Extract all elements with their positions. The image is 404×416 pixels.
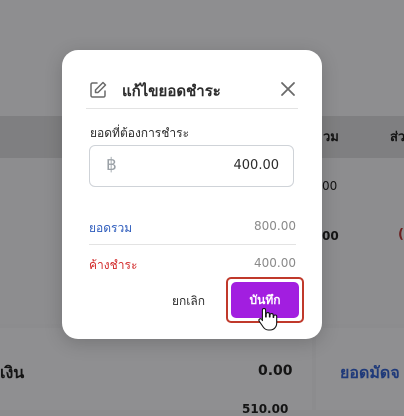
divider	[89, 244, 296, 245]
dialog-title: แก้ไขยอดชำระ	[122, 82, 221, 100]
total-label: ยอดรวม	[89, 221, 133, 235]
bg-cell: 00	[322, 229, 339, 243]
bg-summary-label: เงิน	[0, 363, 25, 382]
outstanding-label: ค้างชำระ	[89, 258, 138, 272]
cancel-button[interactable]: ยกเลิก	[172, 292, 205, 311]
amount-input-value: 400.00	[233, 158, 280, 173]
edit-icon	[90, 81, 107, 98]
bg-deposit-title: ยอดมัดจ	[340, 363, 400, 382]
amount-input[interactable]: ฿ 400.00	[89, 145, 294, 187]
amount-field-label: ยอดที่ต้องการชำระ	[90, 126, 190, 140]
close-icon[interactable]	[278, 79, 298, 99]
edit-payment-dialog: แก้ไขยอดชำระ ยอดที่ต้องการชำระ ฿ 400.00 …	[62, 50, 322, 339]
bg-column-header: ส่ว	[390, 130, 404, 145]
total-value: 800.00	[254, 219, 296, 233]
outstanding-value: 400.00	[254, 256, 296, 270]
dialog-header: แก้ไขยอดชำระ	[86, 76, 298, 109]
bg-summary-partial: 510.00	[242, 402, 289, 416]
bg-cell: (	[398, 227, 404, 242]
bg-cell: 00	[322, 179, 338, 193]
bg-column-header: วม	[323, 130, 339, 145]
bg-summary-value: 0.00	[258, 363, 293, 379]
baht-icon: ฿	[106, 155, 117, 175]
hand-cursor-icon	[258, 307, 278, 331]
